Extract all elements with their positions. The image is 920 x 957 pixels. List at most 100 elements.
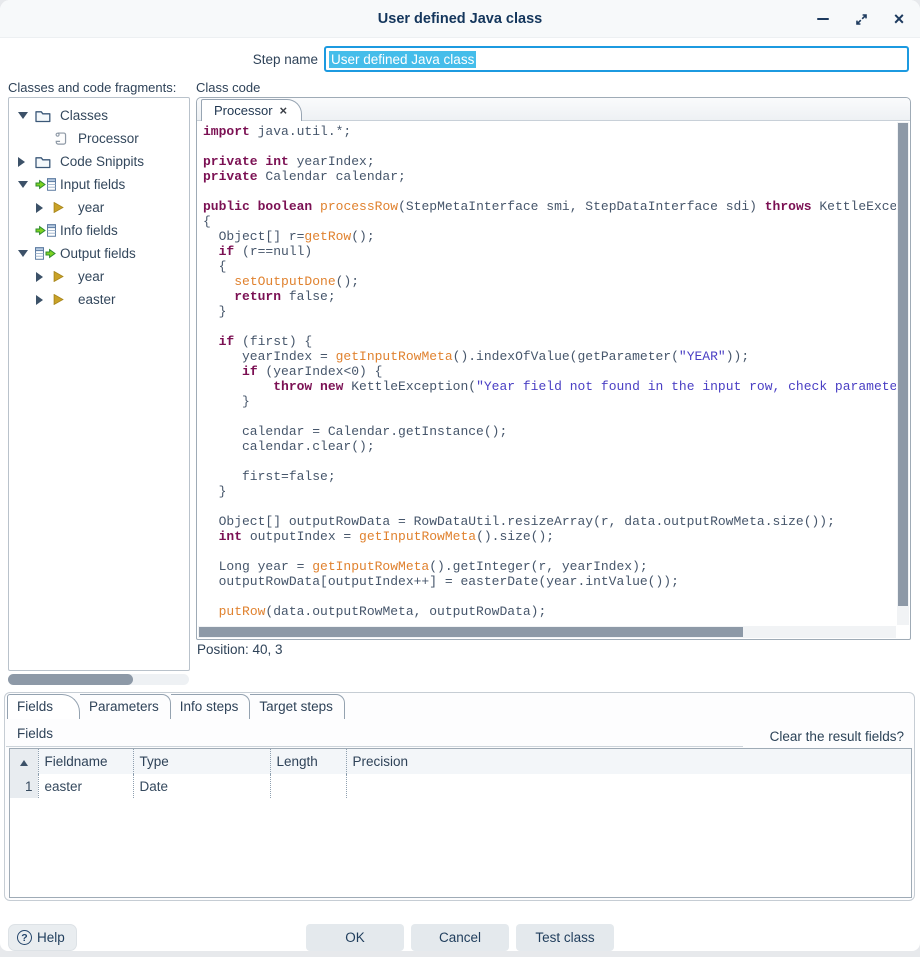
minimize-icon <box>817 18 829 20</box>
sort-ascending-icon <box>20 760 28 766</box>
tab-fields[interactable]: Fields <box>7 694 80 719</box>
tree-expander-open-icon[interactable] <box>18 250 35 257</box>
classes-tree[interactable]: Classes Processor Code Snippits Input field… <box>8 97 190 671</box>
tree-item-info-fields[interactable]: Info fields <box>9 219 189 242</box>
code-horizontal-scrollbar[interactable] <box>198 626 896 638</box>
tab-close-icon[interactable]: × <box>280 103 288 118</box>
folder-icon <box>35 155 59 169</box>
tree-item-output-fields[interactable]: Output fields <box>9 242 189 265</box>
tree-item-processor[interactable]: Processor <box>9 127 189 150</box>
input-fields-icon <box>35 224 59 237</box>
code-line: private int yearIndex; <box>203 154 896 169</box>
code-line: { <box>203 214 896 229</box>
step-name-label: Step name <box>210 52 318 67</box>
fields-table[interactable]: FieldnameTypeLengthPrecision1easterDate <box>9 748 912 898</box>
code-line: if (first) { <box>203 334 896 349</box>
table-row[interactable]: 1easterDate <box>10 774 911 798</box>
minimize-button[interactable] <box>814 10 832 28</box>
column-header-precision[interactable]: Precision <box>346 749 911 774</box>
scrollbar-thumb[interactable] <box>8 674 133 685</box>
cell-precision[interactable] <box>346 774 911 798</box>
gold-arrow-icon <box>53 202 77 213</box>
column-header-fieldname[interactable]: Fieldname <box>38 749 133 774</box>
gold-arrow-icon <box>53 271 77 282</box>
code-line: yearIndex = getInputRowMeta().indexOfVal… <box>203 349 896 364</box>
tree-item-classes[interactable]: Classes <box>9 104 189 127</box>
code-line <box>203 139 896 154</box>
tree-item-label: Info fields <box>60 223 118 238</box>
row-number-header[interactable] <box>10 749 38 774</box>
tree-item-label: year <box>78 269 104 284</box>
tab-info-steps[interactable]: Info steps <box>171 694 251 719</box>
tree-expander-closed-icon[interactable] <box>36 295 53 305</box>
user-defined-java-class-dialog: User defined Java class × Step name User… <box>0 0 920 951</box>
code-line <box>203 184 896 199</box>
cell-fieldname[interactable]: easter <box>38 774 133 798</box>
tree-expander-closed-icon[interactable] <box>18 157 35 167</box>
close-button[interactable]: × <box>890 10 908 28</box>
tree-item-year[interactable]: year <box>9 265 189 288</box>
restore-icon <box>855 13 868 26</box>
divider <box>6 746 743 747</box>
tab-parameters[interactable]: Parameters <box>80 694 171 719</box>
tree-item-input-fields[interactable]: Input fields <box>9 173 189 196</box>
fields-grid: FieldnameTypeLengthPrecision1easterDate <box>10 749 911 798</box>
input-fields-icon <box>35 178 59 191</box>
dialog-title: User defined Java class <box>0 0 920 38</box>
ok-button[interactable]: OK <box>306 924 404 951</box>
gold-arrow-icon <box>53 294 77 305</box>
tree-item-label: Output fields <box>60 246 136 261</box>
code-line <box>203 319 896 334</box>
tree-expander-closed-icon[interactable] <box>36 272 53 282</box>
code-editor[interactable]: import java.util.*; private int yearIndex… <box>198 122 896 625</box>
titlebar[interactable]: User defined Java class × <box>0 0 920 38</box>
code-line: import java.util.*; <box>203 124 896 139</box>
output-fields-icon <box>35 247 59 260</box>
fields-section-label: Fields <box>17 726 53 741</box>
bottom-tabs: FieldsParametersInfo stepsTarget steps <box>7 694 345 719</box>
code-line: } <box>203 394 896 409</box>
code-line: public boolean processRow(StepMetaInterf… <box>203 199 896 214</box>
tree-item-year[interactable]: year <box>9 196 189 219</box>
cancel-button[interactable]: Cancel <box>411 924 509 951</box>
tab-target-steps[interactable]: Target steps <box>250 694 345 719</box>
restore-button[interactable] <box>852 10 870 28</box>
tree-item-label: easter <box>78 292 116 307</box>
cell-length[interactable] <box>270 774 346 798</box>
class-code-label: Class code <box>196 80 260 95</box>
tree-expander-open-icon[interactable] <box>18 181 35 188</box>
scrollbar-thumb[interactable] <box>199 627 743 637</box>
code-line: int outputIndex = getInputRowMeta().size… <box>203 529 896 544</box>
test-class-button[interactable]: Test class <box>516 924 614 951</box>
tree-item-label: Input fields <box>60 177 125 192</box>
script-icon <box>53 131 77 146</box>
code-line: calendar = Calendar.getInstance(); <box>203 424 896 439</box>
code-line: first=false; <box>203 469 896 484</box>
column-header-length[interactable]: Length <box>270 749 346 774</box>
cell-type[interactable]: Date <box>133 774 270 798</box>
cursor-position-label: Position: 40, 3 <box>197 642 294 659</box>
clear-result-fields-link[interactable]: Clear the result fields? <box>770 729 904 744</box>
code-line <box>203 409 896 424</box>
scrollbar-thumb[interactable] <box>898 123 908 606</box>
code-line: Object[] outputRowData = RowDataUtil.res… <box>203 514 896 529</box>
code-line: private Calendar calendar; <box>203 169 896 184</box>
code-line: setOutputDone(); <box>203 274 896 289</box>
tree-expander-open-icon[interactable] <box>18 112 35 119</box>
tree-horizontal-scrollbar[interactable] <box>8 674 189 685</box>
column-header-type[interactable]: Type <box>133 749 270 774</box>
step-name-input[interactable]: User defined Java class <box>324 46 909 72</box>
bottom-panel: FieldsParametersInfo stepsTarget steps F… <box>4 692 915 901</box>
folder-icon <box>35 109 59 123</box>
tree-item-easter[interactable]: easter <box>9 288 189 311</box>
tab-processor[interactable]: Processor × <box>201 99 302 121</box>
tree-item-label: Processor <box>78 131 139 146</box>
code-line: throw new KettleException("Year field no… <box>203 379 896 394</box>
code-vertical-scrollbar[interactable] <box>897 122 909 625</box>
code-line: putRow(data.outputRowMeta, outputRowData… <box>203 604 896 619</box>
window-controls: × <box>814 0 908 38</box>
tree-expander-closed-icon[interactable] <box>36 203 53 213</box>
code-line: if (r==null) <box>203 244 896 259</box>
table-header-row: FieldnameTypeLengthPrecision <box>10 749 911 774</box>
tree-item-code-snippits[interactable]: Code Snippits <box>9 150 189 173</box>
